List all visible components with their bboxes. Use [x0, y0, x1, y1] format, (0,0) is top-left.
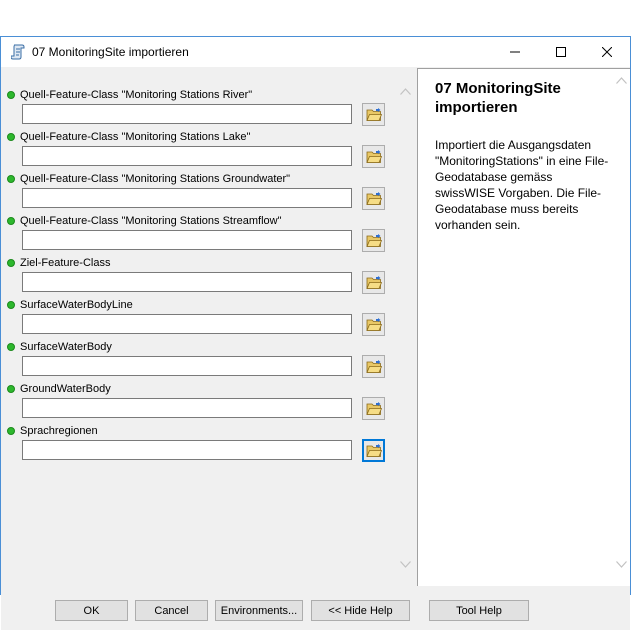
parameter-row: SurfaceWaterBodyLine: [2, 298, 392, 338]
required-parameter-icon: [7, 301, 15, 309]
parameter-label: SurfaceWaterBody: [20, 341, 112, 353]
maximize-button[interactable]: [538, 37, 584, 67]
parameter-label: GroundWaterBody: [20, 383, 111, 395]
help-scroll-down-icon[interactable]: [613, 556, 630, 573]
parameter-row: SurfaceWaterBody: [2, 340, 392, 380]
required-parameter-icon: [7, 385, 15, 393]
minimize-icon: [510, 51, 520, 53]
parameter-label: Sprachregionen: [20, 425, 98, 437]
window-title: 07 MonitoringSite importieren: [32, 45, 189, 59]
open-folder-icon: [365, 317, 382, 331]
cancel-button[interactable]: Cancel: [135, 600, 208, 621]
parameter-label: SurfaceWaterBodyLine: [20, 299, 133, 311]
parameter-row: Sprachregionen: [2, 424, 392, 464]
required-parameter-icon: [7, 133, 15, 141]
browse-button[interactable]: [362, 439, 385, 462]
parameter-label: Quell-Feature-Class "Monitoring Stations…: [20, 89, 253, 101]
tool-dialog-window: 07 MonitoringSite importieren Quell-Feat…: [0, 36, 631, 630]
ok-button[interactable]: OK: [55, 600, 128, 621]
parameter-input[interactable]: [22, 314, 352, 334]
browse-button[interactable]: [362, 229, 385, 252]
parameter-label: Ziel-Feature-Class: [20, 257, 111, 269]
open-folder-icon: [365, 107, 382, 121]
parameter-input[interactable]: [22, 104, 352, 124]
parameter-input[interactable]: [22, 188, 352, 208]
open-folder-icon: [365, 149, 382, 163]
browse-button[interactable]: [362, 145, 385, 168]
parameter-row: Quell-Feature-Class "Monitoring Stations…: [2, 214, 392, 254]
environments-button[interactable]: Environments...: [215, 600, 303, 621]
help-title: 07 MonitoringSite importieren: [435, 80, 561, 116]
required-parameter-icon: [7, 175, 15, 183]
parameter-label: Quell-Feature-Class "Monitoring Stations…: [20, 215, 282, 227]
help-scroll-up-icon[interactable]: [613, 72, 630, 89]
browse-button[interactable]: [362, 355, 385, 378]
tool-help-button[interactable]: Tool Help: [429, 600, 529, 621]
parameter-row: Quell-Feature-Class "Monitoring Stations…: [2, 88, 392, 128]
parameter-label: Quell-Feature-Class "Monitoring Stations…: [20, 173, 291, 185]
help-description: Importiert die Ausgangsdaten "Monitoring…: [435, 138, 609, 232]
parameter-row: Quell-Feature-Class "Monitoring Stations…: [2, 130, 392, 170]
browse-button[interactable]: [362, 103, 385, 126]
parameter-input[interactable]: [22, 356, 352, 376]
parameters-scrollbar[interactable]: [395, 68, 414, 586]
open-folder-icon: [365, 275, 382, 289]
script-tool-icon: [10, 44, 26, 60]
parameters-pane: Quell-Feature-Class "Monitoring Stations…: [2, 68, 414, 586]
required-parameter-icon: [7, 259, 15, 267]
browse-button[interactable]: [362, 313, 385, 336]
browse-button[interactable]: [362, 271, 385, 294]
parameter-row: Quell-Feature-Class "Monitoring Stations…: [2, 172, 392, 212]
parameter-input[interactable]: [22, 272, 352, 292]
maximize-icon: [556, 47, 566, 57]
hide-help-button[interactable]: << Hide Help: [311, 600, 410, 621]
required-parameter-icon: [7, 343, 15, 351]
required-parameter-icon: [7, 217, 15, 225]
parameter-label: Quell-Feature-Class "Monitoring Stations…: [20, 131, 251, 143]
close-icon: [602, 47, 612, 57]
dialog-button-bar: OK Cancel Environments... << Hide Help T…: [1, 586, 630, 630]
close-button[interactable]: [584, 37, 630, 67]
parameter-row: GroundWaterBody: [2, 382, 392, 422]
parameter-input[interactable]: [22, 146, 352, 166]
open-folder-icon: [365, 233, 382, 247]
open-folder-icon: [365, 443, 382, 457]
open-folder-icon: [365, 359, 382, 373]
help-scrollbar[interactable]: [613, 69, 630, 585]
required-parameter-icon: [7, 427, 15, 435]
title-bar[interactable]: 07 MonitoringSite importieren: [1, 37, 630, 67]
open-folder-icon: [365, 401, 382, 415]
required-parameter-icon: [7, 91, 15, 99]
scroll-down-icon[interactable]: [396, 556, 415, 573]
parameter-input[interactable]: [22, 440, 352, 460]
scroll-up-icon[interactable]: [396, 83, 415, 100]
help-pane: 07 MonitoringSite importieren Importiert…: [417, 68, 630, 586]
parameter-row: Ziel-Feature-Class: [2, 256, 392, 296]
parameter-input[interactable]: [22, 230, 352, 250]
open-folder-icon: [365, 191, 382, 205]
parameter-input[interactable]: [22, 398, 352, 418]
browse-button[interactable]: [362, 187, 385, 210]
minimize-button[interactable]: [492, 37, 538, 67]
browse-button[interactable]: [362, 397, 385, 420]
